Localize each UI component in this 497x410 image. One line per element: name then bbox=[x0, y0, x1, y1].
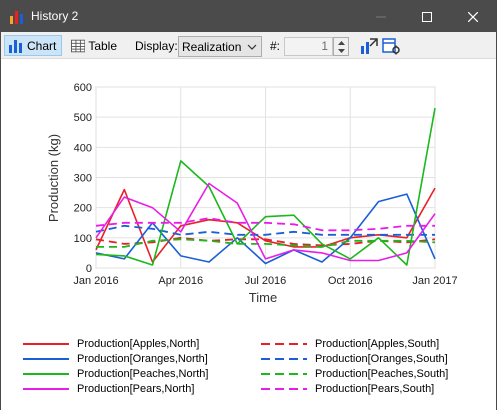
minimize-button[interactable] bbox=[358, 1, 404, 32]
legend-label: Production[Oranges,North] bbox=[77, 352, 208, 365]
chart-view-button[interactable]: Chart bbox=[4, 35, 62, 56]
chart-area: 0 100 200 300 400 500 600 Jan 2016 Apr 2016 Jul 2… bbox=[1, 60, 496, 410]
y-tick-label: 0 bbox=[86, 263, 92, 275]
legend-label: Production[Pears,North] bbox=[77, 382, 195, 395]
legend-item: Production[Oranges,North] bbox=[23, 351, 208, 366]
legend-item: Production[Apples,South] bbox=[261, 336, 439, 351]
display-label: Display: bbox=[135, 39, 178, 53]
legend-swatch bbox=[261, 342, 307, 345]
x-tick-label: Apr 2016 bbox=[158, 275, 203, 287]
table-view-label: Table bbox=[88, 38, 117, 53]
number-label: #: bbox=[270, 39, 281, 53]
y-tick-label: 300 bbox=[74, 173, 92, 185]
spin-down-button[interactable] bbox=[334, 47, 348, 56]
legend-label: Production[Pears,South] bbox=[315, 382, 435, 395]
legend-item: Production[Peaches,North] bbox=[23, 366, 208, 381]
x-tick-label: Jan 2017 bbox=[412, 275, 457, 287]
close-button[interactable] bbox=[450, 1, 496, 32]
x-axis-label: Time bbox=[249, 290, 277, 305]
table-icon bbox=[71, 39, 86, 52]
legend-swatch bbox=[23, 357, 69, 360]
display-select[interactable]: Realization bbox=[178, 36, 262, 57]
legend-item: Production[Pears,South] bbox=[261, 381, 434, 396]
line-chart: 0 100 200 300 400 500 600 Jan 2016 Apr 2016 Jul 2… bbox=[46, 82, 458, 305]
y-tick-label: 200 bbox=[74, 203, 92, 215]
export-icon bbox=[361, 38, 378, 54]
legend-swatch bbox=[261, 387, 307, 390]
legend-item: Production[Oranges,South] bbox=[261, 351, 448, 366]
settings-icon bbox=[382, 38, 400, 55]
legend-label: Production[Apples,North] bbox=[77, 337, 200, 350]
legend-label: Production[Peaches,North] bbox=[77, 367, 209, 380]
y-tick-label: 600 bbox=[74, 82, 92, 94]
history-window: History 2 Chart Table Display: Realizati… bbox=[0, 0, 497, 410]
x-tick-label: Oct 2016 bbox=[328, 275, 373, 287]
legend-item: Production[Pears,North] bbox=[23, 381, 194, 396]
legend-label: Production[Peaches,South] bbox=[315, 367, 449, 380]
x-tick-label: Jan 2016 bbox=[73, 275, 118, 287]
maximize-icon bbox=[422, 11, 432, 22]
legend-swatch bbox=[23, 342, 69, 345]
y-axis-label: Production (kg) bbox=[46, 134, 61, 222]
y-tick-label: 100 bbox=[74, 233, 92, 245]
x-tick-label: Jul 2016 bbox=[245, 275, 287, 287]
chart-icon bbox=[9, 39, 22, 53]
window-title: History 2 bbox=[31, 9, 79, 23]
chart-view-label: Chart bbox=[27, 38, 57, 53]
maximize-button[interactable] bbox=[404, 1, 450, 32]
realization-spinner bbox=[333, 37, 349, 56]
legend-item: Production[Apples,North] bbox=[23, 336, 199, 351]
spin-up-button[interactable] bbox=[334, 38, 348, 47]
close-icon bbox=[468, 11, 478, 22]
realization-number-input[interactable]: 1 bbox=[284, 37, 333, 56]
title-bar[interactable]: History 2 bbox=[1, 1, 496, 32]
legend-swatch bbox=[261, 372, 307, 375]
legend-label: Production[Oranges,South] bbox=[315, 352, 448, 365]
y-tick-label: 400 bbox=[74, 142, 92, 154]
spin-up-icon bbox=[337, 41, 345, 45]
table-view-button[interactable]: Table bbox=[67, 35, 121, 56]
bar-chart-icon bbox=[10, 11, 23, 24]
display-select-value: Realization bbox=[182, 39, 242, 54]
y-tick-label: 500 bbox=[74, 112, 92, 124]
export-button[interactable] bbox=[359, 37, 379, 55]
legend-label: Production[Apples,South] bbox=[315, 337, 440, 350]
legend-item: Production[Peaches,South] bbox=[261, 366, 448, 381]
legend-swatch bbox=[23, 387, 69, 390]
legend-swatch bbox=[23, 372, 69, 375]
legend-swatch bbox=[261, 357, 307, 360]
chevron-down-icon bbox=[247, 44, 257, 50]
minimize-icon bbox=[376, 16, 386, 17]
settings-button[interactable] bbox=[381, 37, 401, 55]
spin-down-icon bbox=[337, 49, 345, 53]
toolbar: Chart Table Display: Realization #: 1 bbox=[1, 32, 496, 59]
